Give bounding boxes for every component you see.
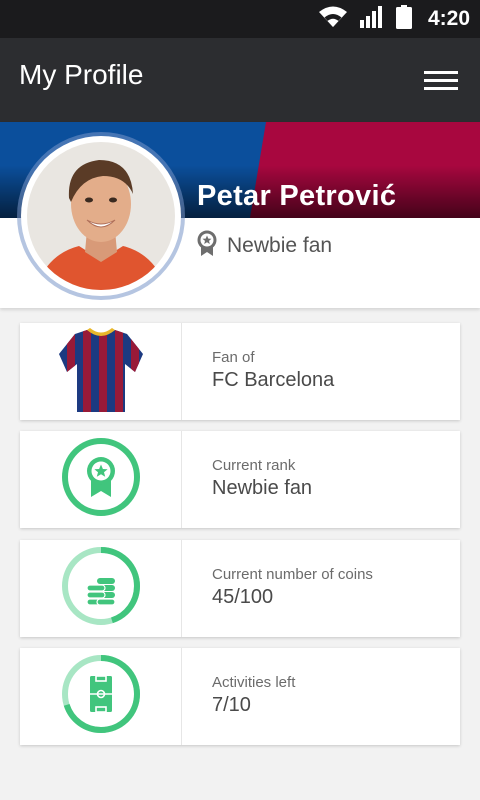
football-pitch-icon <box>59 652 143 741</box>
card-icon-cell <box>20 431 182 528</box>
wifi-icon <box>318 6 348 33</box>
card-value: 7/10 <box>212 694 251 716</box>
status-time: 4:20 <box>427 7 470 30</box>
current-rank-card[interactable]: Current rank Newbie fan <box>20 431 460 528</box>
jersey-icon <box>57 324 145 419</box>
rank-medal-icon <box>59 435 143 524</box>
profile-name: Petar Petrović <box>197 180 397 212</box>
card-icon-cell <box>20 648 182 745</box>
card-label: Current number of coins <box>212 566 373 583</box>
avatar-photo <box>27 142 175 290</box>
status-icons: 4:20 <box>318 0 470 38</box>
card-label: Fan of <box>212 349 255 366</box>
hamburger-menu-button[interactable] <box>424 68 460 94</box>
profile-rank: Newbie fan <box>197 230 332 261</box>
status-bar: 4:20 <box>0 0 480 38</box>
menu-line <box>424 87 458 90</box>
signal-icon <box>359 5 384 33</box>
battery-icon <box>395 4 412 34</box>
profile-header: Petar Petrović Newbie fan <box>0 122 480 308</box>
menu-line <box>424 79 458 82</box>
app-bar: My Profile <box>0 38 480 122</box>
card-icon-cell <box>20 540 182 637</box>
menu-line <box>424 71 458 74</box>
fan-of-card[interactable]: Fan of FC Barcelona <box>20 323 460 420</box>
rank-label: Newbie fan <box>227 233 333 257</box>
card-label: Current rank <box>212 457 296 474</box>
medal-icon <box>197 230 217 261</box>
card-value: FC Barcelona <box>212 369 335 391</box>
card-icon-cell <box>20 323 182 420</box>
coins-card[interactable]: Current number of coins 45/100 <box>20 540 460 637</box>
activities-card[interactable]: Activities left 7/10 <box>20 648 460 745</box>
card-value: 45/100 <box>212 586 274 608</box>
coins-icon <box>59 544 143 633</box>
page-title: My Profile <box>19 59 144 90</box>
card-label: Activities left <box>212 674 296 691</box>
avatar[interactable] <box>21 136 181 296</box>
card-value: Newbie fan <box>212 477 313 499</box>
